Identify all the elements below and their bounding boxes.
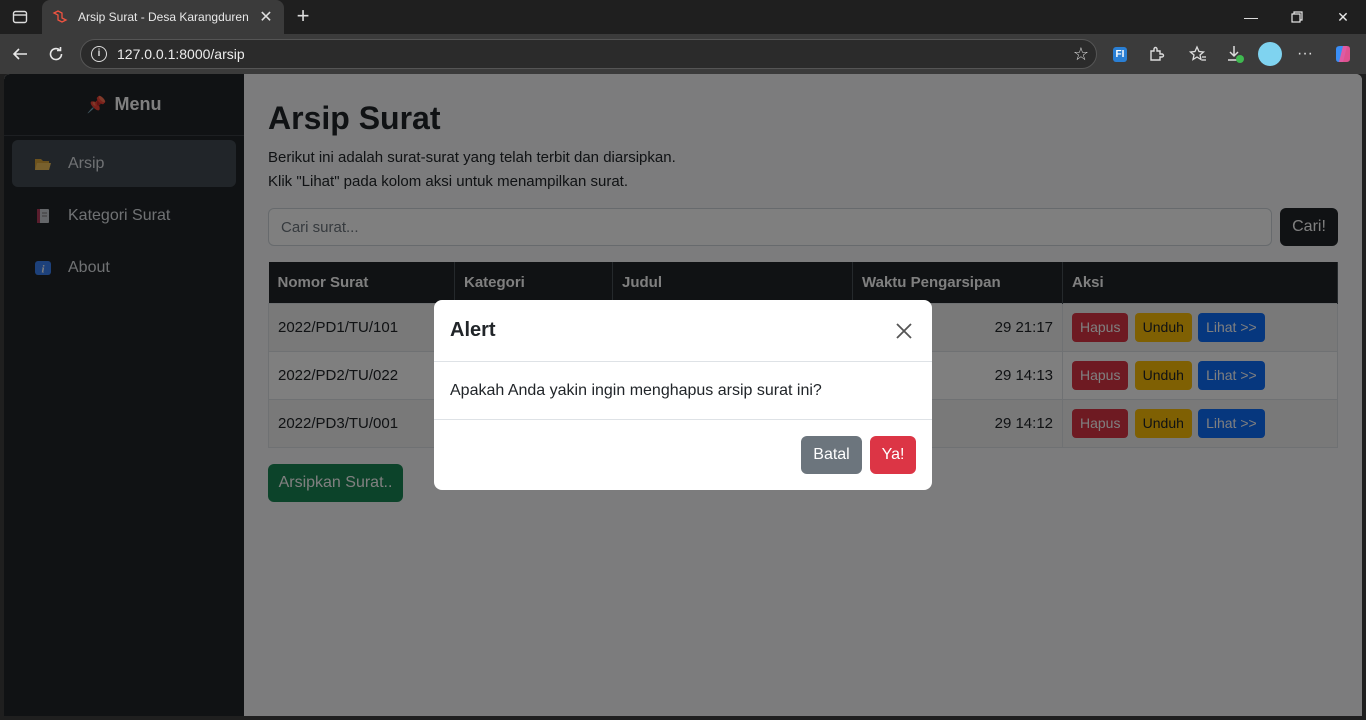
confirm-delete-button[interactable]: Ya! [870, 436, 916, 474]
page-viewport: 📌 Menu Arsip Kategori Surat i About Arsi… [4, 74, 1362, 716]
new-tab-icon[interactable]: + [290, 4, 316, 30]
extensions-puzzle-icon[interactable] [1144, 41, 1170, 67]
more-menu-icon[interactable]: ··· [1292, 41, 1318, 67]
laravel-favicon-icon [52, 10, 68, 23]
favorite-star-icon[interactable]: ☆ [1066, 44, 1096, 65]
tab-close-icon[interactable]: ✕ [258, 7, 274, 27]
cancel-button[interactable]: Batal [801, 436, 862, 474]
site-info-icon[interactable]: i [91, 46, 107, 62]
copilot-icon[interactable] [1330, 41, 1356, 67]
browser-tab-active[interactable]: Arsip Surat - Desa Karangduren ✕ [42, 0, 284, 34]
downloads-icon[interactable] [1222, 41, 1248, 67]
browser-toolbar: i 127.0.0.1:8000/arsip ☆ FI ··· [0, 34, 1366, 74]
restore-icon[interactable] [1274, 0, 1320, 34]
modal-message: Apakah Anda yakin ingin menghapus arsip … [434, 362, 932, 420]
browser-tab-bar: Arsip Surat - Desa Karangduren ✕ + — ✕ [0, 0, 1366, 34]
alert-modal: Alert Apakah Anda yakin ingin menghapus … [434, 300, 932, 490]
extension-fi-icon[interactable]: FI [1107, 41, 1133, 67]
back-icon[interactable] [6, 40, 34, 68]
url-text: 127.0.0.1:8000/arsip [117, 46, 245, 62]
window-close-icon[interactable]: ✕ [1320, 0, 1366, 34]
modal-title: Alert [450, 319, 496, 341]
favorites-icon[interactable] [1185, 41, 1211, 67]
tab-actions-icon[interactable] [6, 4, 34, 30]
profile-avatar-icon[interactable] [1257, 41, 1283, 67]
address-bar[interactable]: i 127.0.0.1:8000/arsip ☆ [80, 39, 1097, 69]
close-icon[interactable] [892, 319, 916, 343]
tab-title: Arsip Surat - Desa Karangduren [78, 10, 249, 24]
minimize-icon[interactable]: — [1228, 0, 1274, 34]
reload-icon[interactable] [42, 40, 70, 68]
modal-footer: Batal Ya! [434, 420, 932, 490]
modal-header: Alert [434, 300, 932, 362]
